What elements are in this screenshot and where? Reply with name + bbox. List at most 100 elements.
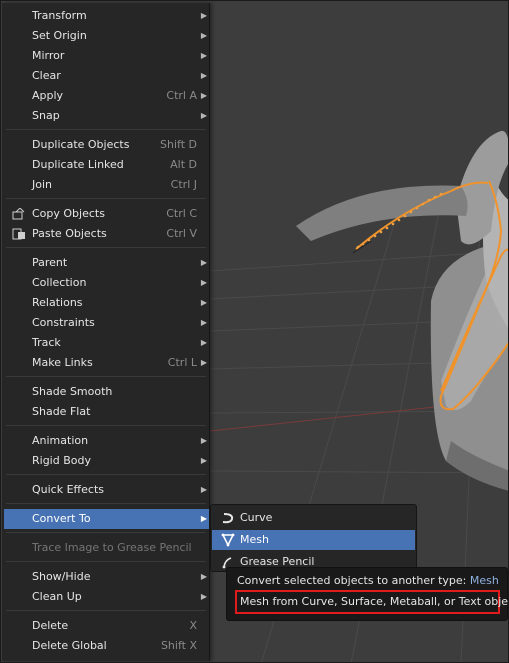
menu-item-label: Duplicate Objects [32, 138, 130, 151]
menu-item-set-origin[interactable]: Set Origin ▶ [4, 26, 209, 46]
menu-item-shortcut: Ctrl C [166, 207, 197, 220]
menu-separator [6, 503, 206, 504]
menu-separator [6, 425, 206, 426]
submenu-arrow-icon: ▶ [200, 11, 207, 20]
menu-item-label: Delete [32, 619, 69, 632]
submenu-arrow-icon: ▶ [200, 111, 207, 120]
menu-item-clear[interactable]: Clear ▶ [4, 66, 209, 86]
submenu-arrow-icon: ▶ [200, 592, 207, 601]
menu-item-track[interactable]: Track ▶ [4, 333, 209, 353]
menu-item-label: Relations [32, 296, 83, 309]
convert-to-submenu: Curve Mesh Grease Pencil [210, 504, 417, 572]
menu-item-label: Animation [32, 434, 89, 447]
mesh-icon [221, 533, 235, 547]
menu-item-label: Show/Hide [32, 570, 91, 583]
menu-item-convert-to[interactable]: Convert To ▶ [4, 509, 209, 529]
menu-item-label: Join [32, 178, 53, 191]
menu-item-shortcut: Ctrl V [166, 227, 197, 240]
menu-item-label: Delete Global [32, 639, 107, 652]
menu-separator [6, 561, 206, 562]
menu-item-animation[interactable]: Animation ▶ [4, 431, 209, 451]
submenu-arrow-icon: ▶ [200, 51, 207, 60]
menu-item-duplicate-linked[interactable]: Duplicate Linked Alt D [4, 155, 209, 175]
submenu-arrow-icon: ▶ [200, 71, 207, 80]
menu-item-label: Clean Up [32, 590, 82, 603]
submenu-arrow-icon: ▶ [200, 298, 207, 307]
menu-item-shortcut: Shift X [160, 639, 197, 652]
submenu-item-label: Curve [240, 511, 273, 524]
menu-item-label: Collection [32, 276, 87, 289]
tooltip-detail: Mesh from Curve, Surface, Metaball, or T… [240, 595, 509, 608]
blender-window: Transform ▶ Set Origin ▶ Mirror ▶ Clear … [0, 0, 509, 663]
menu-separator [6, 129, 206, 130]
menu-item-shortcut: Ctrl J [170, 178, 197, 191]
menu-separator [6, 474, 206, 475]
menu-item-apply[interactable]: Apply Ctrl A ▶ [4, 86, 209, 106]
paste-icon [12, 228, 25, 240]
menu-item-delete[interactable]: Delete X [4, 616, 209, 636]
menu-item-mirror[interactable]: Mirror ▶ [4, 46, 209, 66]
menu-item-trace-image: Trace Image to Grease Pencil [4, 538, 209, 558]
menu-item-join[interactable]: Join Ctrl J [4, 175, 209, 195]
submenu-arrow-icon: ▶ [200, 358, 207, 367]
menu-item-label: Shade Flat [32, 405, 91, 418]
copy-icon [12, 208, 25, 220]
menu-item-label: Duplicate Linked [32, 158, 124, 171]
menu-item-relations[interactable]: Relations ▶ [4, 293, 209, 313]
menu-item-copy-objects[interactable]: Copy Objects Ctrl C [4, 204, 209, 224]
menu-item-snap[interactable]: Snap ▶ [4, 106, 209, 126]
submenu-arrow-icon: ▶ [200, 31, 207, 40]
menu-item-label: Quick Effects [32, 483, 104, 496]
menu-separator [6, 610, 206, 611]
submenu-arrow-icon: ▶ [200, 456, 207, 465]
menu-separator [6, 376, 206, 377]
menu-item-collection[interactable]: Collection ▶ [4, 273, 209, 293]
menu-item-label: Rigid Body [32, 454, 91, 467]
menu-item-show-hide[interactable]: Show/Hide ▶ [4, 567, 209, 587]
menu-item-rigid-body[interactable]: Rigid Body ▶ [4, 451, 209, 471]
submenu-arrow-icon: ▶ [200, 572, 207, 581]
menu-separator [6, 198, 206, 199]
menu-item-label: Copy Objects [32, 207, 105, 220]
tooltip-text: Convert selected objects to another type… [237, 574, 467, 587]
menu-item-shortcut: X [189, 619, 197, 632]
menu-item-duplicate-objects[interactable]: Duplicate Objects Shift D [4, 135, 209, 155]
menu-item-label: Apply [32, 89, 64, 102]
submenu-item-curve[interactable]: Curve [212, 508, 415, 528]
curve-icon [222, 513, 234, 524]
menu-item-transform[interactable]: Transform ▶ [4, 6, 209, 26]
menu-item-constraints[interactable]: Constraints ▶ [4, 313, 209, 333]
menu-item-label: Transform [32, 9, 87, 22]
object-context-menu: Transform ▶ Set Origin ▶ Mirror ▶ Clear … [2, 3, 210, 661]
submenu-arrow-icon: ▶ [200, 318, 207, 327]
submenu-arrow-icon: ▶ [200, 436, 207, 445]
menu-item-parent[interactable]: Parent ▶ [4, 253, 209, 273]
tooltip-description: Convert selected objects to another type… [237, 574, 499, 587]
menu-item-shortcut: Shift D [160, 138, 197, 151]
menu-separator [6, 532, 206, 533]
submenu-arrow-icon: ▶ [200, 514, 207, 523]
menu-item-shade-flat[interactable]: Shade Flat [4, 402, 209, 422]
submenu-arrow-icon: ▶ [200, 485, 207, 494]
submenu-item-mesh[interactable]: Mesh [212, 530, 415, 550]
submenu-arrow-icon: ▶ [200, 278, 207, 287]
menu-item-label: Paste Objects [32, 227, 107, 240]
menu-item-quick-effects[interactable]: Quick Effects ▶ [4, 480, 209, 500]
menu-item-paste-objects[interactable]: Paste Objects Ctrl V [4, 224, 209, 244]
menu-item-label: Set Origin [32, 29, 87, 42]
menu-item-label: Constraints [32, 316, 95, 329]
submenu-arrow-icon: ▶ [200, 338, 207, 347]
submenu-arrow-icon: ▶ [200, 258, 207, 267]
menu-item-label: Track [32, 336, 61, 349]
submenu-arrow-icon: ▶ [200, 91, 207, 100]
menu-item-shade-smooth[interactable]: Shade Smooth [4, 382, 209, 402]
menu-item-label: Shade Smooth [32, 385, 113, 398]
menu-item-shortcut: Ctrl L [167, 356, 197, 369]
menu-item-shortcut: Ctrl A [166, 89, 197, 102]
operator-tooltip: Convert selected objects to another type… [226, 567, 508, 621]
menu-item-label: Make Links [32, 356, 93, 369]
menu-item-clean-up[interactable]: Clean Up ▶ [4, 587, 209, 607]
menu-item-delete-global[interactable]: Delete Global Shift X [4, 636, 209, 656]
menu-item-make-links[interactable]: Make Links Ctrl L ▶ [4, 353, 209, 373]
menu-item-label: Mirror [32, 49, 65, 62]
